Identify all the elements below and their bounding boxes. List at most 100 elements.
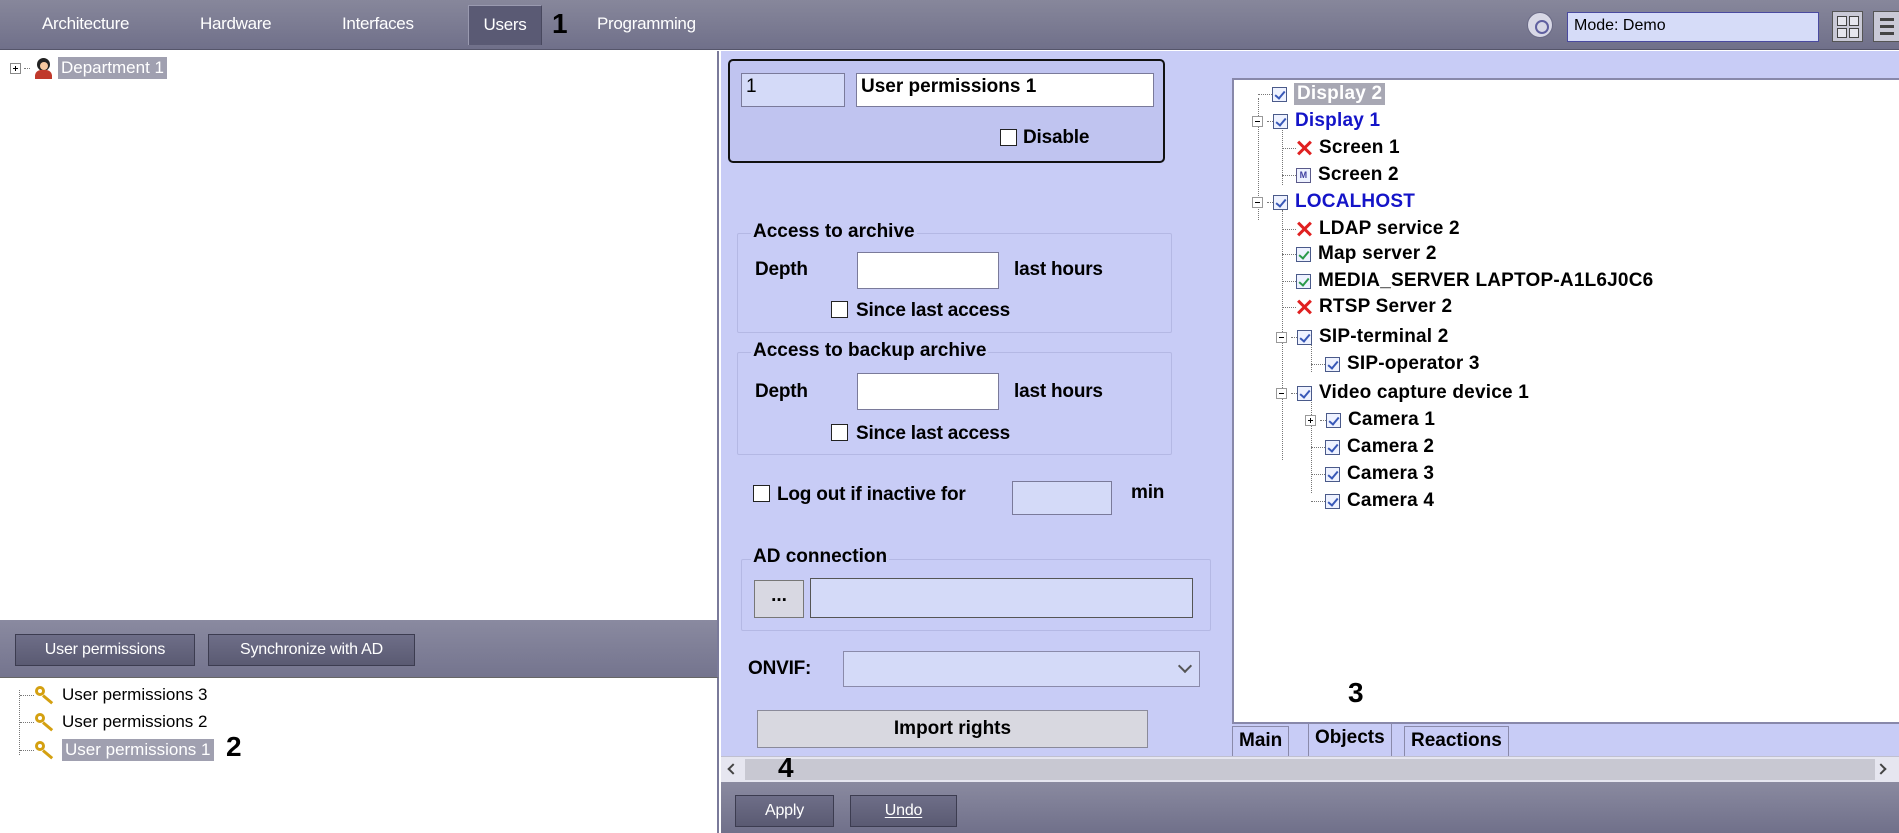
tree-item-label: Screen 2 (1318, 164, 1399, 185)
check-icon (1297, 385, 1312, 401)
undo-button[interactable]: Undo (850, 795, 957, 827)
callout-3: 3 (1348, 677, 1364, 708)
permissions-toolbar: User permissions Synchronize with AD (0, 620, 719, 677)
import-rights-button[interactable]: Import rights (757, 710, 1148, 748)
tree-item-rtsp-server[interactable]: RTSP Server 2 (1282, 296, 1452, 318)
backup-since-checkbox[interactable] (831, 424, 848, 441)
layout-grid-icon[interactable] (1832, 11, 1863, 42)
expand-icon[interactable] (1305, 414, 1316, 426)
tree-item-label: Camera 2 (1347, 436, 1435, 457)
list-item-selected[interactable]: User permissions 1 (20, 739, 214, 761)
tree-item-label: Camera 3 (1347, 463, 1435, 484)
collapse-icon[interactable] (1252, 196, 1263, 208)
tree-item-label: Display 1 (1295, 110, 1381, 131)
tree-item-label: Video capture device 1 (1319, 382, 1529, 403)
expand-icon[interactable] (10, 62, 21, 74)
collapse-icon[interactable] (1276, 387, 1287, 399)
tree-item-camera-2[interactable]: Camera 2 (1311, 436, 1434, 458)
tree-item-display-2[interactable]: Display 2 (1258, 83, 1386, 105)
tree-item-label: SIP-operator 3 (1347, 353, 1480, 374)
check-icon (1273, 194, 1288, 210)
tree-item-label: Display 2 (1294, 83, 1386, 105)
apply-button[interactable]: Apply (735, 795, 834, 827)
tab-reactions[interactable]: Reactions (1404, 726, 1509, 756)
tree-item-label: Camera 1 (1348, 409, 1436, 430)
key-icon (34, 712, 56, 732)
collapse-icon[interactable] (1276, 331, 1287, 343)
tab-hardware[interactable]: Hardware (194, 5, 277, 45)
archive-since-checkbox[interactable] (831, 301, 848, 318)
name-field[interactable]: User permissions 1 (856, 73, 1154, 107)
archive-hours-label: last hours (1014, 259, 1103, 280)
tree-item-camera-1[interactable]: Camera 1 (1305, 409, 1435, 431)
chevron-down-icon (1177, 658, 1193, 674)
synchronize-ad-button[interactable]: Synchronize with AD (208, 634, 415, 666)
tree-item-label: SIP-terminal 2 (1319, 326, 1449, 347)
ad-browse-button[interactable]: ... (754, 580, 804, 618)
tree-item-screen-2[interactable]: M Screen 2 (1282, 164, 1399, 186)
check-icon (1297, 329, 1312, 345)
horizontal-scrollbar[interactable] (721, 756, 1899, 782)
tree-item-label: LDAP service 2 (1319, 218, 1460, 239)
tree-item-sip-terminal[interactable]: SIP-terminal 2 (1276, 326, 1449, 348)
mode-field[interactable]: Mode: Demo (1567, 12, 1819, 42)
tab-interfaces[interactable]: Interfaces (336, 5, 420, 45)
backup-title: Access to backup archive (751, 340, 989, 362)
list-item[interactable]: User permissions 3 (20, 685, 208, 705)
backup-since-label: Since last access (856, 423, 1010, 444)
collapse-icon[interactable] (1252, 115, 1263, 127)
scroll-left-icon[interactable] (727, 763, 739, 775)
disable-checkbox[interactable] (1000, 129, 1017, 146)
deny-x-icon (1296, 221, 1312, 237)
ad-connection-field[interactable] (810, 578, 1193, 618)
user-permissions-button[interactable]: User permissions (15, 634, 195, 666)
logout-input[interactable] (1012, 481, 1112, 515)
check-icon (1272, 86, 1287, 102)
department-icon (32, 57, 54, 79)
list-item-label: User permissions 1 (62, 739, 214, 761)
check-icon (1296, 246, 1311, 262)
tab-main[interactable]: Main (1232, 726, 1290, 756)
check-icon (1325, 439, 1340, 455)
id-field[interactable]: 1 (741, 73, 845, 107)
key-icon (34, 685, 56, 705)
tab-users[interactable]: Users (468, 5, 542, 45)
deny-x-icon (1296, 299, 1312, 315)
disable-label: Disable (1023, 127, 1090, 148)
tree-item-camera-4[interactable]: Camera 4 (1311, 490, 1434, 512)
mode-icon[interactable] (1527, 12, 1553, 38)
check-icon (1325, 493, 1340, 509)
tree-item-ldap-service[interactable]: LDAP service 2 (1282, 218, 1460, 240)
key-icon (34, 740, 56, 760)
menu-icon[interactable] (1873, 11, 1899, 42)
check-icon (1296, 273, 1311, 289)
scroll-right-icon[interactable] (1875, 763, 1887, 775)
tree-item-screen-1[interactable]: Screen 1 (1282, 137, 1400, 159)
tab-architecture[interactable]: Architecture (36, 5, 135, 45)
backup-hours-label: last hours (1014, 381, 1103, 402)
backup-depth-input[interactable] (857, 373, 999, 410)
tree-item-sip-operator[interactable]: SIP-operator 3 (1311, 353, 1480, 375)
permissions-form: 1 User permissions 1 Disable Access to a… (721, 51, 1221, 756)
tree-item-localhost[interactable]: LOCALHOST (1252, 191, 1415, 213)
deny-x-icon (1296, 140, 1312, 156)
callout-2: 2 (226, 731, 242, 762)
tree-item-camera-3[interactable]: Camera 3 (1311, 463, 1434, 485)
archive-depth-input[interactable] (857, 252, 999, 289)
tab-objects[interactable]: Objects (1308, 723, 1392, 756)
list-item[interactable]: User permissions 2 (20, 712, 208, 732)
tree-connector (24, 67, 30, 69)
tree-item-label: Map server 2 (1318, 243, 1437, 264)
tree-item-department[interactable]: Department 1 (10, 57, 167, 79)
tree-item-display-1[interactable]: Display 1 (1252, 110, 1380, 132)
onvif-select[interactable] (843, 651, 1200, 687)
logout-checkbox[interactable] (753, 485, 770, 502)
scrollbar-thumb[interactable] (745, 759, 1875, 780)
tree-item-media-server[interactable]: MEDIA_SERVER LAPTOP-A1L6J0C6 (1282, 270, 1653, 292)
department-tree: Department 1 (0, 51, 719, 620)
tree-item-map-server[interactable]: Map server 2 (1282, 243, 1437, 265)
tree-item-label: RTSP Server 2 (1319, 296, 1453, 317)
tab-programming[interactable]: Programming (591, 5, 702, 45)
tree-item-video-capture[interactable]: Video capture device 1 (1276, 382, 1529, 404)
onvif-label: ONVIF: (748, 658, 812, 679)
